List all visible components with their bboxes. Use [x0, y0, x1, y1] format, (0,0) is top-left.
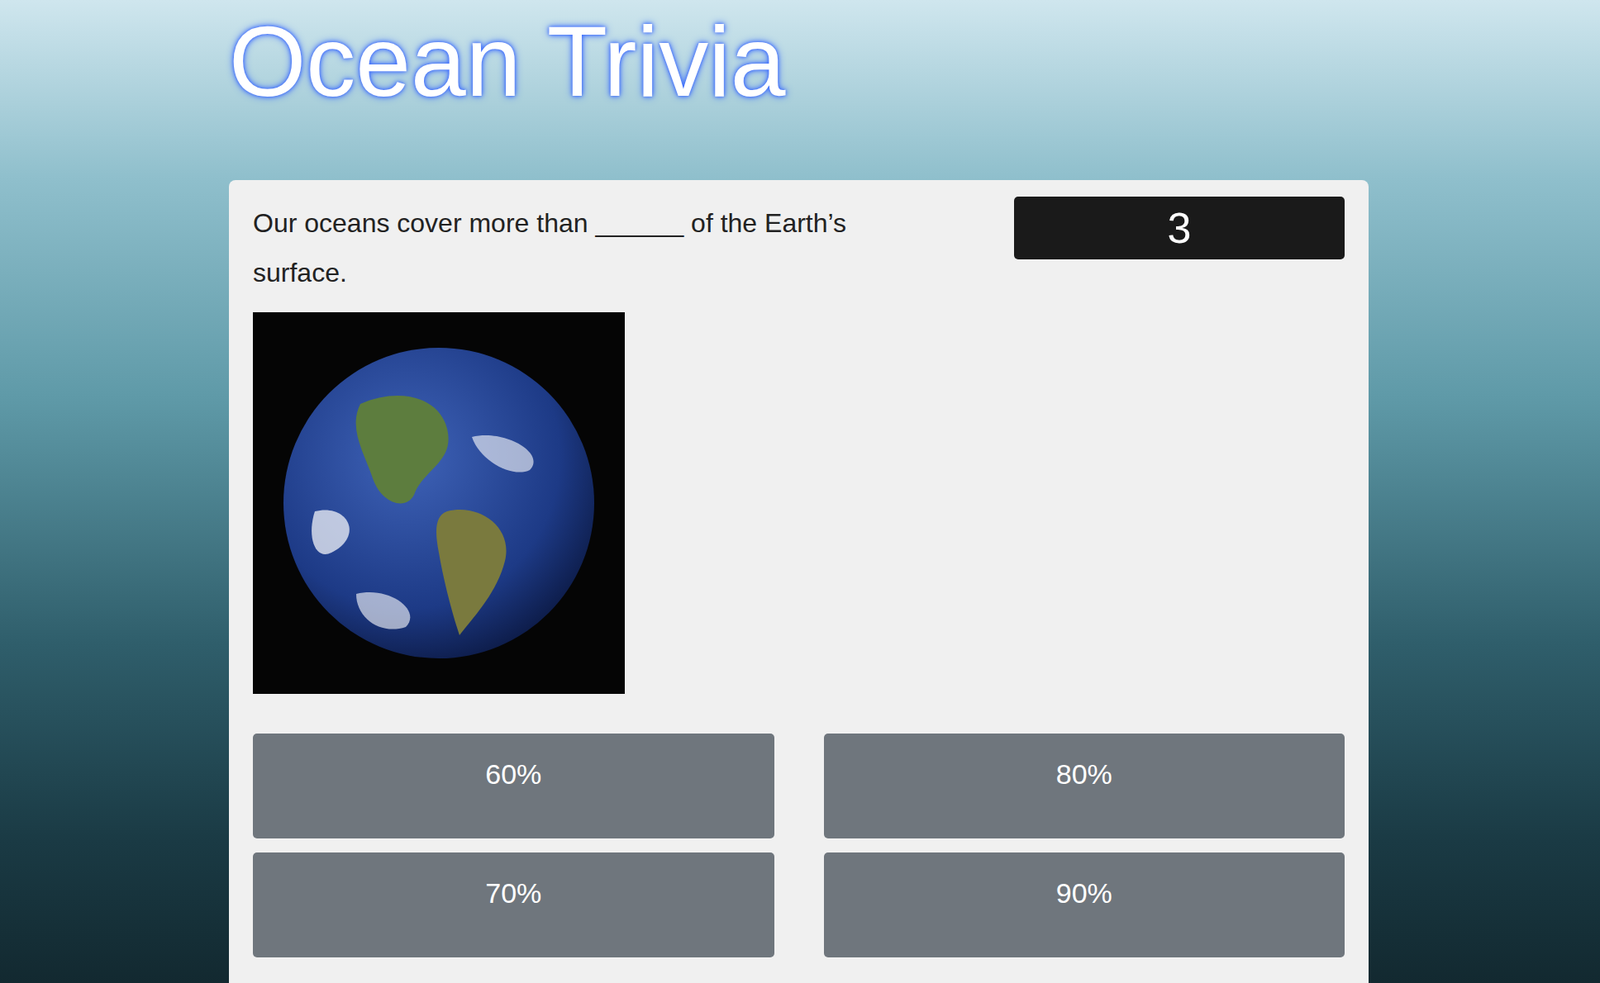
answer-button[interactable]: 80% [823, 733, 1346, 839]
answer-button[interactable]: 90% [823, 852, 1346, 958]
question-text: Our oceans cover more than ______ of the… [252, 196, 915, 298]
answer-button[interactable]: 70% [252, 852, 775, 958]
timer: 3 [1014, 196, 1345, 260]
header: Ocean Trivia [228, 0, 1369, 181]
answer-button[interactable]: 60% [252, 733, 775, 839]
trivia-page: Ocean Trivia Our oceans cover more than _… [0, 0, 1600, 983]
earth-icon [281, 346, 596, 661]
page-title: Ocean Trivia [228, 6, 1369, 116]
question-card: Our oceans cover more than ______ of the… [228, 180, 1369, 983]
question-image [252, 312, 625, 695]
